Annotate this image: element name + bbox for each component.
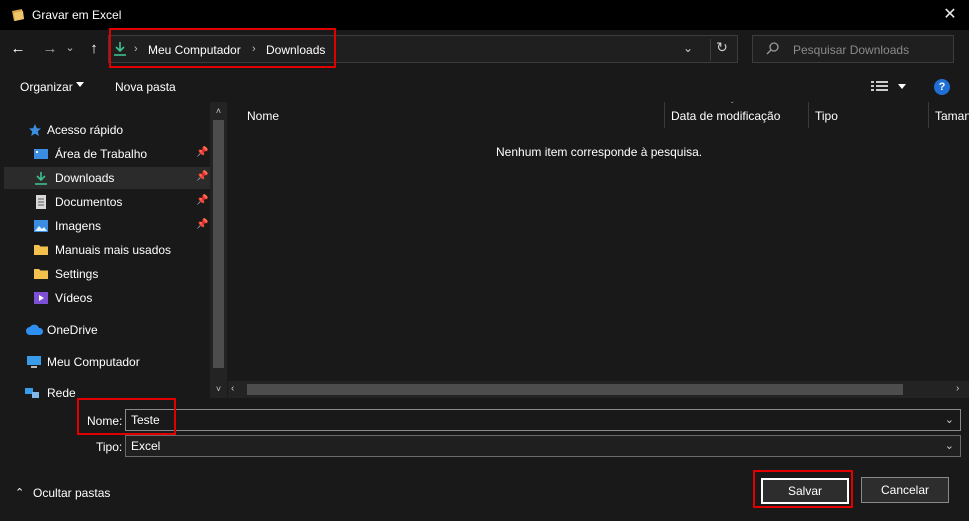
sidebar-item-videos[interactable]: Vídeos [4,287,210,309]
back-arrow-icon[interactable]: ← [7,38,29,60]
sidebar-item-area-de-trabalho[interactable]: Área de Trabalho 📌 [4,143,210,165]
highlight-box-address [109,28,336,68]
pictures-icon [34,220,48,232]
sidebar-item-acesso-rapido[interactable]: Acesso rápido [4,119,210,141]
scroll-left-icon[interactable]: ‹ [231,383,234,394]
sidebar-item-label: Vídeos [55,291,93,305]
scroll-up-icon[interactable]: ˄ [213,106,224,116]
download-icon [35,172,47,185]
empty-results-message: Nenhum item corresponde à pesquisa. [496,145,703,159]
file-list [228,102,969,380]
column-divider[interactable] [928,102,929,128]
file-type-label: Tipo: [96,440,123,454]
folder-icon [34,269,48,279]
pin-icon[interactable]: 📌 [196,171,208,183]
cancel-button[interactable]: Cancelar [861,477,949,503]
chevron-down-icon[interactable]: ⌄ [945,413,954,426]
pin-icon[interactable]: 📌 [196,147,208,159]
sidebar-item-label: Acesso rápido [47,123,124,137]
network-icon [25,388,39,398]
desktop-icon [34,149,48,159]
forward-arrow-icon[interactable]: → [39,38,61,60]
sidebar-item-label: Rede [47,386,76,398]
computer-icon [27,356,41,368]
sidebar-item-label: Downloads [55,171,115,185]
sidebar-item-downloads[interactable]: Downloads 📌 [4,167,210,189]
excel-folder-icon [12,9,24,21]
help-icon[interactable]: ? [934,79,950,95]
column-divider[interactable] [808,102,809,128]
sidebar-item-meu-computador[interactable]: Meu Computador [4,351,210,373]
column-header-tipo[interactable]: Tipo [815,109,838,123]
sidebar-item-label: Meu Computador [47,355,140,369]
column-header-nome[interactable]: Nome [247,109,279,123]
column-header-tamanho[interactable]: Taman [935,109,969,123]
star-icon [29,124,41,136]
sidebar-item-imagens[interactable]: Imagens 📌 [4,215,210,237]
organize-button[interactable]: Organizar [20,80,73,94]
file-name-field[interactable]: Teste ⌄ [125,409,961,431]
close-icon[interactable]: ✕ [939,4,961,26]
highlight-box-save [753,470,853,508]
up-arrow-icon[interactable]: ↑ [83,38,105,60]
file-type-value[interactable]: Excel [131,439,160,453]
videos-icon [34,292,48,304]
column-divider[interactable] [664,102,665,128]
address-dropdown-icon[interactable]: ⌄ [683,41,693,55]
organize-dropdown-icon[interactable] [76,82,84,87]
search-icon [766,42,779,55]
window-title: Gravar em Excel [32,8,122,22]
sidebar-item-label: Área de Trabalho [55,147,148,161]
view-options-icon[interactable] [871,80,889,92]
sidebar-item-label: Settings [55,267,99,281]
pin-icon[interactable]: 📌 [196,219,208,231]
view-dropdown-icon[interactable] [898,84,906,89]
sidebar-item-rede[interactable]: Rede [4,382,210,398]
sidebar-item-settings[interactable]: Settings [4,263,210,285]
folder-icon [34,245,48,255]
pin-icon[interactable]: 📌 [196,195,208,207]
search-input[interactable]: Pesquisar Downloads [793,43,909,57]
sidebar-item-onedrive[interactable]: OneDrive [4,319,210,341]
sidebar-item-manuais-mais-usados[interactable]: Manuais mais usados [4,239,210,261]
cloud-icon [26,324,44,335]
sidebar-scroll-thumb[interactable] [213,120,224,368]
refresh-icon[interactable]: ↻ [710,39,733,61]
sidebar-item-documentos[interactable]: Documentos 📌 [4,191,210,213]
scroll-right-icon[interactable]: › [956,383,959,394]
sidebar-item-label: Documentos [55,195,123,209]
file-type-select[interactable]: Excel ⌄ [125,435,961,457]
chevron-down-icon[interactable]: ⌄ [945,439,954,452]
document-icon [36,195,46,209]
new-folder-button[interactable]: Nova pasta [115,80,176,94]
sidebar-item-label: OneDrive [47,323,98,337]
column-header-data-de-modificacao[interactable]: Data de modificação [671,109,780,123]
scroll-down-icon[interactable]: ˅ [213,384,224,394]
horizontal-scroll-thumb[interactable] [247,384,903,395]
highlight-box-name [77,398,176,435]
title-bar [0,0,969,30]
chevron-up-icon[interactable]: ⌃ [15,486,24,499]
recent-locations-chevron-icon[interactable]: ⌄ [63,37,77,59]
sidebar-item-label: Imagens [55,219,102,233]
sidebar-item-label: Manuais mais usados [55,243,172,257]
hide-folders-button[interactable]: Ocultar pastas [33,486,110,500]
